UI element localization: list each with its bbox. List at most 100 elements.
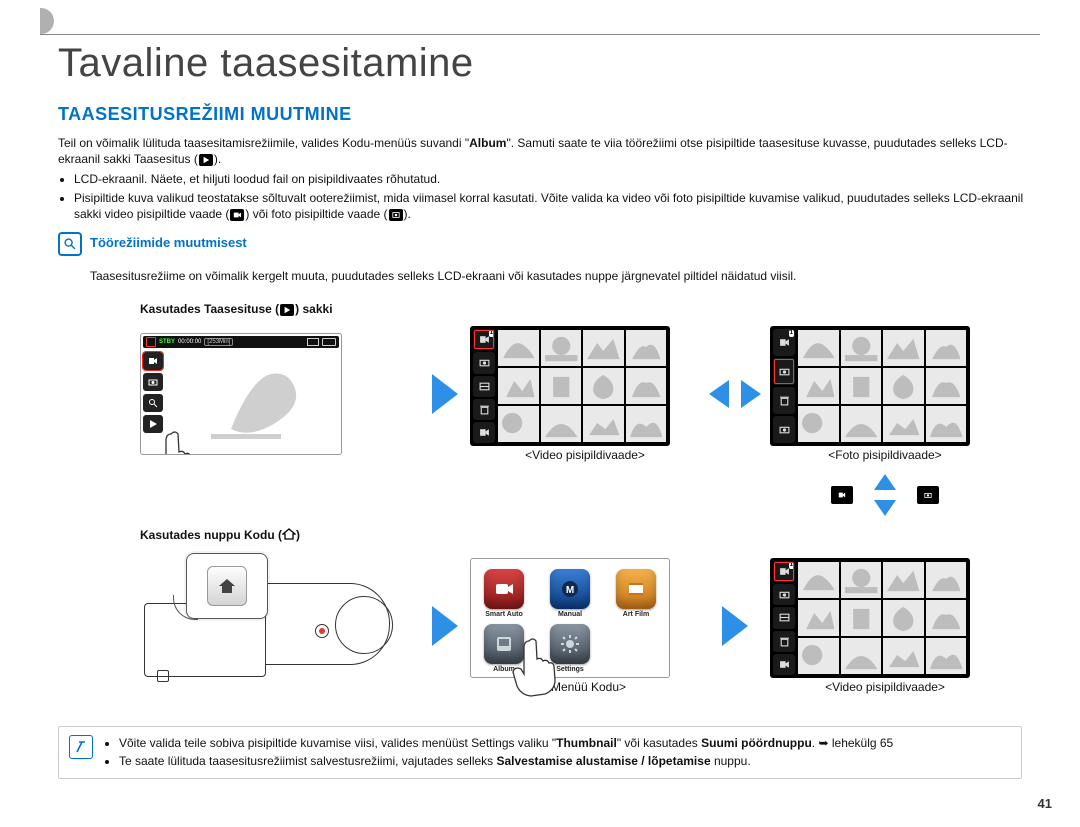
tip-item: Te saate lülituda taasesitusrežiimist sa… xyxy=(119,753,893,770)
text: lehekülg 65 xyxy=(829,736,894,750)
photo-thumb-icon xyxy=(389,209,403,221)
caption: <Menüü Kodu> xyxy=(470,680,700,694)
page-side-tab xyxy=(40,8,54,34)
magnifier-icon xyxy=(58,232,82,256)
text: Te saate lülituda taasesitusrežiimist sa… xyxy=(119,754,497,768)
lcd-time: 00:00:00 xyxy=(178,339,201,345)
thumbnail-grid[interactable] xyxy=(498,330,666,442)
tab-photo[interactable] xyxy=(773,584,795,605)
home-button xyxy=(157,670,169,682)
photo-mode-tab[interactable] xyxy=(143,373,163,391)
camcorder-illustration xyxy=(140,553,420,698)
info-text: Taasesitusrežiime on võimalik kergelt mu… xyxy=(90,268,1040,284)
zoom-tab[interactable] xyxy=(143,394,163,412)
card-icon xyxy=(307,338,319,346)
tip-list: Võite valida teile sobiva pisipiltide ku… xyxy=(103,735,893,770)
caption: <Video pisipildivaade> xyxy=(770,680,1000,694)
text: Pisipiltide kuva valikud teostatakse sõl… xyxy=(74,191,1023,221)
label: Smart Auto xyxy=(485,611,522,618)
tab-photo[interactable] xyxy=(773,358,795,385)
arrow-right-icon xyxy=(700,601,770,651)
tab-photo[interactable] xyxy=(473,352,495,373)
lcd-side-tabs xyxy=(143,352,163,433)
play-tab-icon xyxy=(199,154,213,166)
lcd-status: STBY xyxy=(159,339,175,345)
finger-tap-icon xyxy=(151,430,201,455)
play-tab-icon xyxy=(280,304,294,316)
home-menu-view: Smart Auto M Manual Art Film Album xyxy=(470,558,700,694)
tab-record[interactable] xyxy=(473,422,495,443)
tab-record[interactable] xyxy=(773,416,795,443)
mode-icons-row xyxy=(770,472,1000,518)
caption: <Foto pisipildivaade> xyxy=(770,448,1000,462)
text: nuppu. xyxy=(711,754,751,768)
menu-item-art-film[interactable]: Art Film xyxy=(611,569,661,618)
video-thumb-icon xyxy=(230,209,244,221)
video-mode-tab[interactable] xyxy=(143,352,163,370)
tab-delete[interactable] xyxy=(773,387,795,414)
label: Settings xyxy=(556,666,584,673)
video-thumbnail-view: 1 xyxy=(770,558,1000,694)
menu-item-manual[interactable]: M Manual xyxy=(545,569,595,618)
svg-text:M: M xyxy=(566,585,574,596)
page-content: Tavaline taasesitamine TAASESITUSREŽIIMI… xyxy=(40,34,1040,779)
finger-tap-icon xyxy=(509,637,559,697)
text: Võite valida teile sobiva pisipiltide ku… xyxy=(119,736,556,750)
text: ). xyxy=(404,207,411,221)
rec-frame-icon xyxy=(146,337,156,347)
menu-item-smart-auto[interactable]: Smart Auto xyxy=(479,569,529,618)
camcorder-lens xyxy=(335,596,393,654)
figure-heading-1: Kasutades Taasesituse ( ) sakki xyxy=(140,302,420,316)
text-bold: Thumbnail xyxy=(556,736,617,750)
tab-filmstrip[interactable] xyxy=(473,376,495,397)
tab-video[interactable]: 1 xyxy=(473,329,495,350)
figure-heading-2: Kasutades nuppu Kodu () xyxy=(140,528,420,543)
photo-thumbnail-view: 1 xyxy=(770,326,1000,462)
label: Manual xyxy=(558,611,582,618)
tab-filmstrip[interactable] xyxy=(773,607,795,628)
arrow-right-icon xyxy=(420,369,470,419)
lcd-remain: [253Min] xyxy=(204,338,233,346)
arrow-horizontal-icon xyxy=(700,376,770,412)
record-button xyxy=(315,624,329,638)
text: Teil on võimalik lülituda taasesitamisre… xyxy=(58,136,469,150)
text: ) sakki xyxy=(295,302,332,316)
ref-arrow-icon: ➥ xyxy=(818,736,828,750)
tab-video[interactable]: 1 xyxy=(773,561,795,582)
callout-bubble xyxy=(186,553,268,619)
section-title: TAASESITUSREŽIIMI MUUTMINE xyxy=(58,104,1040,125)
home-icon xyxy=(282,528,296,543)
thumbnail-grid[interactable] xyxy=(798,562,966,674)
lcd-screenshot: STBY 00:00:00 [253Min] xyxy=(140,333,420,455)
page-number: 41 xyxy=(1038,796,1052,811)
text-bold: Album xyxy=(469,136,506,150)
page-title: Tavaline taasesitamine xyxy=(58,41,1040,86)
intro-paragraph: Teil on võimalik lülituda taasesitamisre… xyxy=(58,135,1040,167)
tab-record[interactable] xyxy=(773,654,795,675)
thumbnail-grid[interactable] xyxy=(798,330,966,442)
tab-delete[interactable] xyxy=(773,631,795,652)
video-thumbnail-view: 1 xyxy=(470,326,700,462)
label: Art Film xyxy=(623,611,649,618)
battery-icon xyxy=(322,338,336,346)
tip-item: Võite valida teile sobiva pisipiltide ku… xyxy=(119,735,893,752)
text: ) xyxy=(296,528,300,542)
text: Kasutades Taasesituse ( xyxy=(140,302,279,316)
lcd-topbar: STBY 00:00:00 [253Min] xyxy=(143,336,339,348)
photo-thumb-icon xyxy=(917,486,939,504)
tip-icon xyxy=(69,735,93,759)
bullet-item: Pisipiltide kuva valikud teostatakse sõl… xyxy=(74,190,1040,222)
bullet-item: LCD-ekraanil. Näete, et hiljuti loodud f… xyxy=(74,171,1040,187)
video-thumb-icon xyxy=(831,486,853,504)
home-key-icon xyxy=(207,566,247,606)
tab-delete[interactable] xyxy=(473,399,495,420)
text: ) või foto pisipiltide vaade ( xyxy=(245,207,387,221)
preview-silhouette xyxy=(201,354,321,444)
text: Kasutades nuppu Kodu ( xyxy=(140,528,282,542)
tab-video[interactable]: 1 xyxy=(773,329,795,356)
intro-bullets: LCD-ekraanil. Näete, et hiljuti loodud f… xyxy=(74,171,1040,222)
arrow-vertical-icon xyxy=(870,472,900,518)
text: " või kasutades xyxy=(617,736,701,750)
text-bold: Salvestamise alustamise / lõpetamise xyxy=(497,754,711,768)
info-heading: Töörežiimide muutmisest xyxy=(90,232,247,250)
